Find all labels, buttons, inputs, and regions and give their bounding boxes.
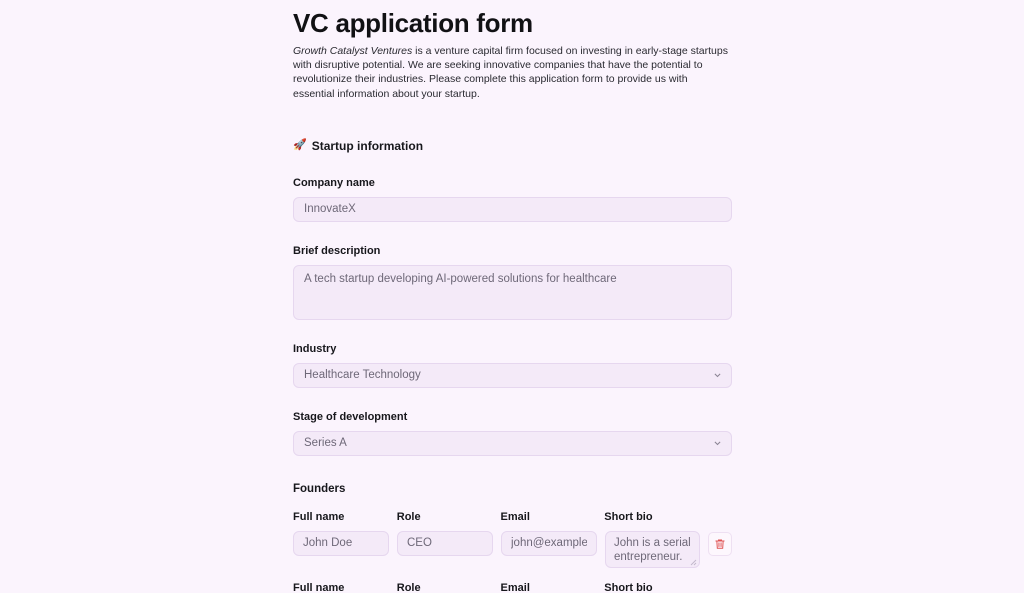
founders-header-row-2: Full name Role Email Short bio	[293, 581, 732, 593]
founder-1-full-name-input[interactable]	[293, 530, 389, 556]
field-brief-description: Brief description A tech startup develop…	[293, 244, 732, 320]
section-heading-startup-information: 🚀 Startup information	[293, 138, 732, 154]
column-header-full-name: Full name	[293, 581, 345, 593]
founder-1-role-input[interactable]	[397, 530, 493, 556]
chevron-down-icon	[714, 441, 721, 446]
column-header-short-bio: Short bio	[604, 581, 653, 593]
column-header-actions	[708, 581, 732, 593]
column-header-actions	[708, 510, 732, 524]
field-industry: Industry Healthcare Technology	[293, 342, 732, 388]
field-stage-of-development: Stage of development Series A	[293, 410, 732, 456]
founders-header-row-1: Full name Role Email Short bio	[293, 510, 732, 524]
industry-select-value: Healthcare Technology	[304, 368, 421, 381]
industry-select[interactable]: Healthcare Technology	[293, 362, 732, 388]
founder-1-email-input[interactable]	[501, 530, 597, 556]
label-industry: Industry	[293, 342, 337, 355]
founder-1-short-bio-value: John is a serial entrepreneur.	[614, 536, 691, 564]
label-brief-description: Brief description	[293, 244, 381, 257]
rocket-emoji: 🚀	[293, 139, 307, 152]
stage-select[interactable]: Series A	[293, 430, 732, 456]
form-content: VC application form Growth Catalyst Vent…	[293, 0, 732, 593]
column-header-email: Email	[500, 510, 530, 523]
field-company-name: Company name	[293, 176, 732, 222]
column-header-full-name: Full name	[293, 510, 345, 523]
application-form-page: VC application form Growth Catalyst Vent…	[0, 0, 1024, 593]
resize-grip-icon[interactable]	[689, 558, 697, 566]
column-header-role: Role	[396, 581, 421, 593]
founder-1-short-bio-textarea[interactable]: John is a serial entrepreneur.	[605, 530, 701, 568]
brief-description-textarea[interactable]: A tech startup developing AI-powered sol…	[293, 264, 732, 320]
chevron-down-icon	[714, 373, 721, 378]
intro-paragraph: Growth Catalyst Ventures is a venture ca…	[293, 44, 729, 101]
label-company-name: Company name	[293, 176, 375, 189]
stage-select-value: Series A	[304, 436, 347, 449]
founder-row: John is a serial entrepreneur.	[293, 530, 732, 568]
column-header-role: Role	[396, 510, 421, 523]
founder-1-delete-button[interactable]	[708, 531, 732, 556]
company-name-input[interactable]	[293, 196, 732, 222]
column-header-short-bio: Short bio	[604, 510, 653, 523]
section-heading-label: Startup information	[311, 138, 424, 153]
column-header-email: Email	[500, 581, 530, 593]
founders-section-title: Founders	[293, 482, 346, 495]
firm-name: Growth Catalyst Ventures	[293, 45, 413, 57]
label-stage-of-development: Stage of development	[293, 410, 408, 423]
page-title: VC application form	[293, 8, 533, 38]
trash-icon	[715, 539, 725, 549]
